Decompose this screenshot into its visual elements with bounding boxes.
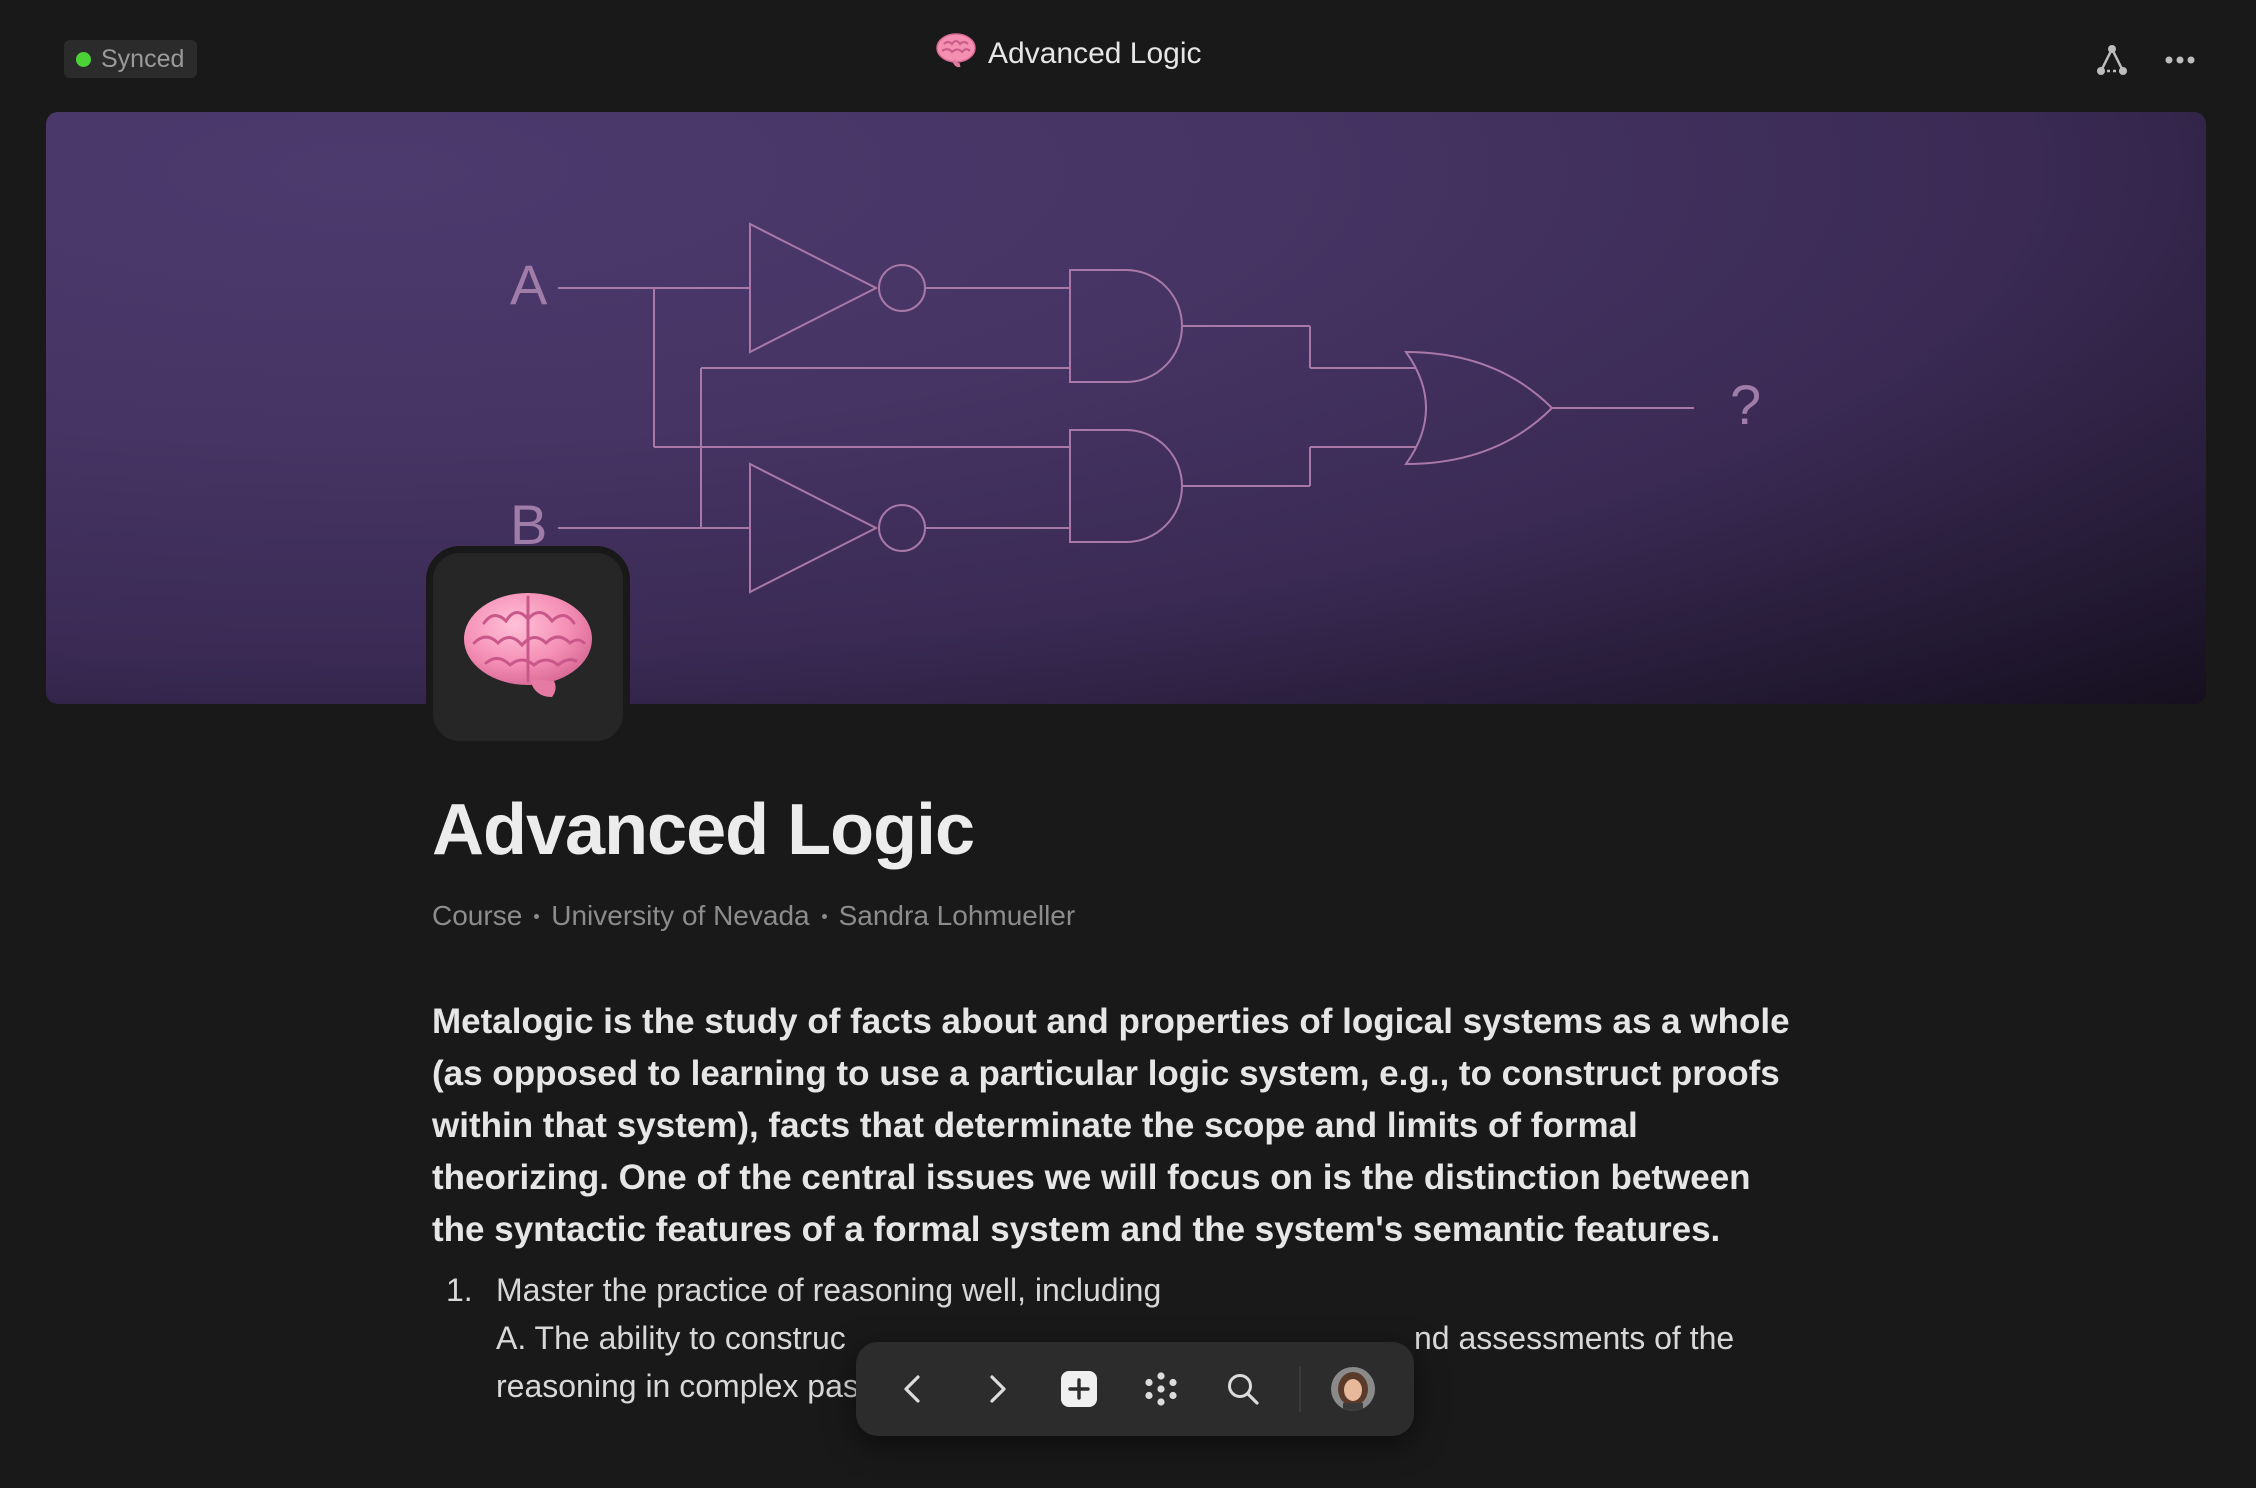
list-item-text: Master the practice of reasoning well, i… bbox=[496, 1272, 1162, 1308]
list-sub-text-start: A. The ability to construc bbox=[496, 1320, 846, 1356]
window-title[interactable]: Advanced Logic bbox=[936, 32, 1202, 76]
dots-grid-icon[interactable] bbox=[1136, 1364, 1186, 1414]
new-page-icon[interactable] bbox=[1054, 1364, 1104, 1414]
top-bar: Synced Advanced Logic bbox=[0, 0, 2256, 110]
avatar[interactable] bbox=[1328, 1364, 1378, 1414]
meta-separator bbox=[821, 913, 827, 919]
sync-dot bbox=[76, 51, 91, 67]
sync-status-badge[interactable]: Synced bbox=[64, 40, 198, 78]
user-avatar bbox=[1331, 1367, 1375, 1411]
output-label: ? bbox=[1730, 373, 1761, 436]
more-icon[interactable] bbox=[2158, 38, 2202, 82]
lead-paragraph[interactable]: Metalogic is the study of facts about an… bbox=[432, 996, 1792, 1256]
meta-type[interactable]: Course bbox=[432, 900, 522, 932]
page-meta: Course University of Nevada Sandra Lohmu… bbox=[432, 900, 1812, 932]
meta-author[interactable]: Sandra Lohmueller bbox=[839, 900, 1076, 932]
back-icon[interactable] bbox=[888, 1364, 938, 1414]
brain-icon bbox=[936, 32, 976, 76]
list-number: 1. bbox=[446, 1272, 473, 1308]
input-a-label: A bbox=[510, 253, 548, 316]
page-icon[interactable] bbox=[426, 546, 630, 748]
dock-divider bbox=[1299, 1366, 1301, 1412]
forward-icon[interactable] bbox=[972, 1364, 1022, 1414]
cover-banner[interactable]: A B ? bbox=[46, 112, 2206, 704]
graph-icon[interactable] bbox=[2090, 38, 2134, 82]
logic-circuit-illustration: A B ? bbox=[510, 222, 1761, 594]
meta-institution[interactable]: University of Nevada bbox=[551, 900, 809, 932]
page-content: Advanced Logic Course University of Neva… bbox=[432, 770, 1812, 1410]
page-title[interactable]: Advanced Logic bbox=[432, 770, 1812, 890]
window-title-text: Advanced Logic bbox=[988, 37, 1202, 70]
meta-separator bbox=[534, 913, 540, 919]
search-icon[interactable] bbox=[1218, 1364, 1268, 1414]
brain-icon bbox=[460, 585, 596, 710]
sync-status-label: Synced bbox=[101, 44, 185, 73]
bottom-dock bbox=[856, 1342, 1414, 1436]
list-sub-text-end: nd assessments of the bbox=[1414, 1320, 1735, 1356]
